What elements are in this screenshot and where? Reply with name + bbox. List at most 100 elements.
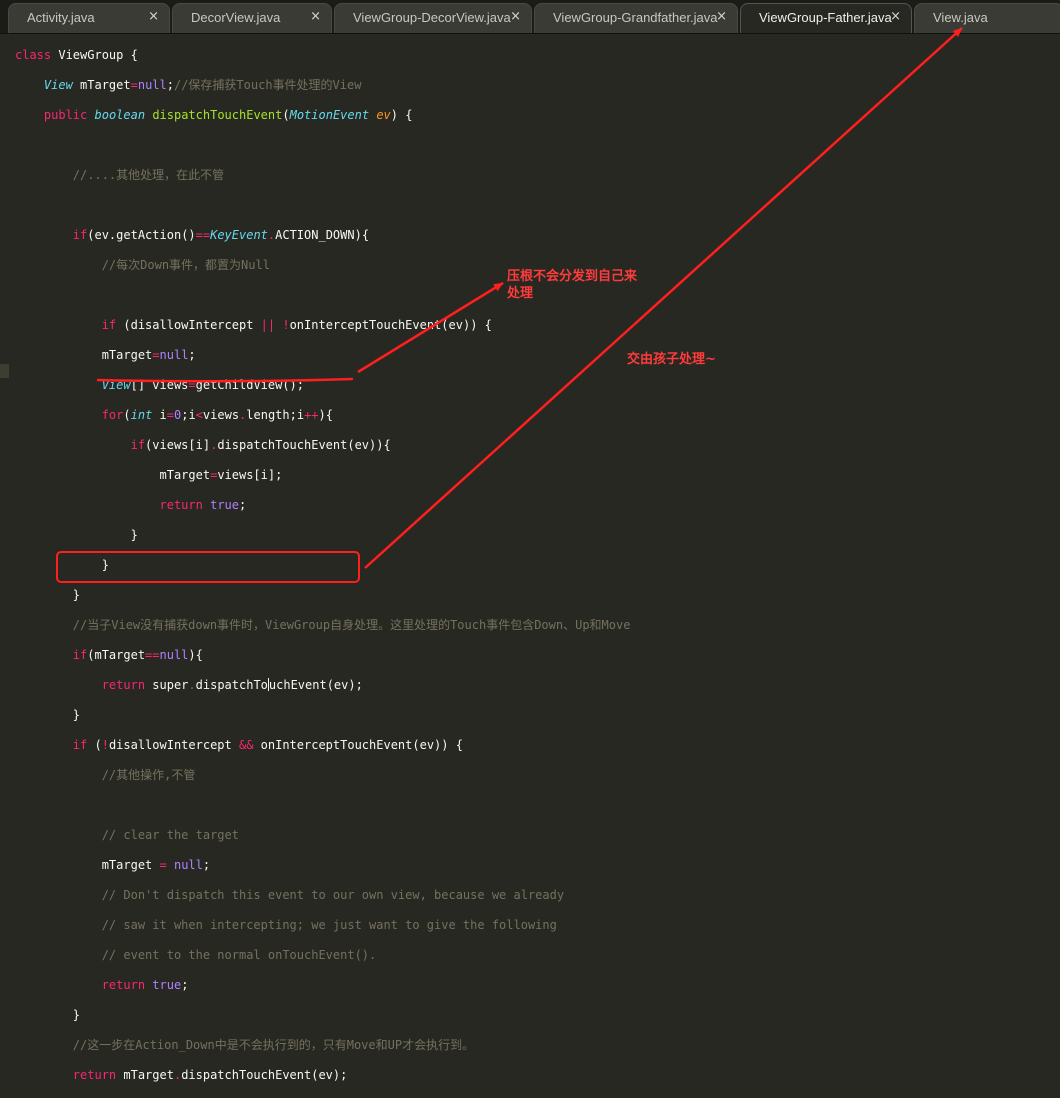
tab-label: ViewGroup-DecorView.java — [353, 10, 511, 25]
type-name: View — [43, 78, 73, 92]
code-line-12: View[] views=getChildView(); — [15, 378, 630, 393]
code-text: ; — [166, 78, 174, 92]
code-line-21: if(mTarget==null){ — [15, 648, 630, 663]
tab-label: DecorView.java — [191, 10, 281, 25]
comment: // clear the target — [101, 828, 239, 842]
tab-view-java[interactable]: View.java — [914, 3, 1060, 33]
type-name: KeyEvent — [210, 228, 268, 242]
code-line-35: return mTarget.dispatchTouchEvent(ev); — [15, 1068, 630, 1083]
code-text: } — [72, 588, 81, 602]
comment: //....其他处理，在此不管 — [72, 168, 225, 182]
code-line-33: } — [15, 1008, 630, 1023]
code-text: ( — [282, 108, 290, 122]
code-text: onInterceptTouchEvent(ev)) { — [289, 318, 492, 332]
function-name: dispatchTouchEvent — [152, 108, 283, 122]
code-text: ( — [87, 738, 102, 752]
code-text: uchEvent(ev); — [268, 678, 363, 692]
parameter: ev — [376, 108, 391, 122]
close-icon[interactable]: × — [716, 9, 727, 24]
code-text: } — [72, 708, 81, 722]
tab-activity-java[interactable]: Activity.java × — [8, 3, 170, 33]
code-line-30: // saw it when intercepting; we just wan… — [15, 918, 630, 933]
operator: ! — [101, 738, 109, 752]
comment: // event to the normal onTouchEvent(). — [101, 948, 377, 962]
tab-viewgroup-decorview-java[interactable]: ViewGroup-DecorView.java × — [334, 3, 532, 33]
gutter-line-marker — [0, 364, 9, 378]
code-text: ; — [202, 858, 211, 872]
operator: < — [195, 408, 203, 422]
code-text: mTarget — [116, 1068, 174, 1082]
literal: null — [159, 348, 189, 362]
comment: //其他操作,不管 — [101, 768, 196, 782]
literal: null — [173, 858, 203, 872]
type-name: MotionEvent — [289, 108, 370, 122]
comment: //每次Down事件，都置为Null — [101, 258, 270, 272]
code-text: ){ — [354, 228, 370, 242]
operator: ! — [282, 318, 290, 332]
code-line-22: return super.dispatchTouchEvent(ev); — [15, 678, 630, 693]
code-text: ){ — [318, 408, 333, 422]
code-line-13: for(int i=0;i<views.length;i++){ — [15, 408, 630, 423]
code-text: ; — [239, 498, 247, 512]
code-text: ; — [188, 348, 196, 362]
type-name: boolean — [94, 108, 146, 122]
keyword: if — [72, 648, 88, 662]
code-text: ){ — [188, 648, 203, 662]
close-icon[interactable]: × — [148, 9, 159, 24]
tab-viewgroup-grandfather-java[interactable]: ViewGroup-Grandfather.java × — [534, 3, 738, 33]
type-name: int — [130, 408, 153, 422]
operator: ++ — [304, 408, 319, 422]
close-icon[interactable]: × — [310, 9, 321, 24]
code-line-19: } — [15, 588, 630, 603]
code-line-11: mTarget=null; — [15, 348, 630, 363]
code-text: super — [145, 678, 189, 692]
code-line-10: if (disallowIntercept || !onInterceptTou… — [15, 318, 630, 333]
code-line-24: if (!disallowIntercept && onInterceptTou… — [15, 738, 630, 753]
annotation-note-self: 压根不会分发到自己来 处理 — [507, 268, 637, 302]
comment: // Don't dispatch this event to our own … — [101, 888, 565, 902]
code-line-20: //当子View没有捕获down事件时，ViewGroup自身处理。这里处理的T… — [15, 618, 631, 633]
code-text: () — [181, 228, 196, 242]
code-line-17: } — [15, 528, 630, 543]
code-text: disallowIntercept — [108, 738, 239, 752]
close-icon[interactable]: × — [890, 9, 901, 24]
keyword: return — [72, 1068, 117, 1082]
close-icon[interactable]: × — [510, 9, 521, 24]
code-line-5: //....其他处理，在此不管 — [15, 168, 630, 183]
keyword: if — [72, 738, 88, 752]
literal: true — [152, 978, 182, 992]
code-text: } — [101, 558, 109, 572]
operator: = — [152, 348, 160, 362]
code-text: mTarget — [72, 78, 131, 92]
annotation-note-child: 交由孩子处理~ — [627, 351, 716, 368]
annotation-text: 压根不会分发到自己来 — [507, 269, 638, 284]
code-line-18: } — [15, 558, 630, 573]
code-line-15: mTarget=views[i]; — [15, 468, 630, 483]
annotation-text: 交由孩子处理~ — [627, 352, 716, 367]
keyword: return — [101, 978, 146, 992]
tab-bar: Activity.java × DecorView.java × ViewGro… — [0, 0, 1060, 34]
code-line-34: //这一步在Action_Down中是不会执行到的，只有Move和UP才会执行到… — [15, 1038, 630, 1053]
code-line-27: // clear the target — [15, 828, 630, 843]
code-text: } — [130, 528, 138, 542]
code-text: views — [202, 408, 240, 422]
code-editor[interactable]: class ViewGroup { View mTarget=null;//保存… — [15, 33, 630, 1098]
code-line-3: public boolean dispatchTouchEvent(Motion… — [15, 108, 630, 123]
code-line-25: //其他操作,不管 — [15, 768, 630, 783]
keyword: public — [43, 108, 88, 122]
keyword: return — [101, 678, 146, 692]
keyword: return — [159, 498, 203, 512]
tab-decorview-java[interactable]: DecorView.java × — [172, 3, 332, 33]
literal: null — [137, 78, 167, 92]
code-text: (mTarget — [87, 648, 146, 662]
code-text: (views[i] — [145, 438, 211, 452]
code-text: ) { — [390, 108, 413, 122]
tab-viewgroup-father-java[interactable]: ViewGroup-Father.java × — [740, 3, 912, 33]
code-text: ( — [123, 408, 131, 422]
code-text: views[i]; — [217, 468, 283, 482]
